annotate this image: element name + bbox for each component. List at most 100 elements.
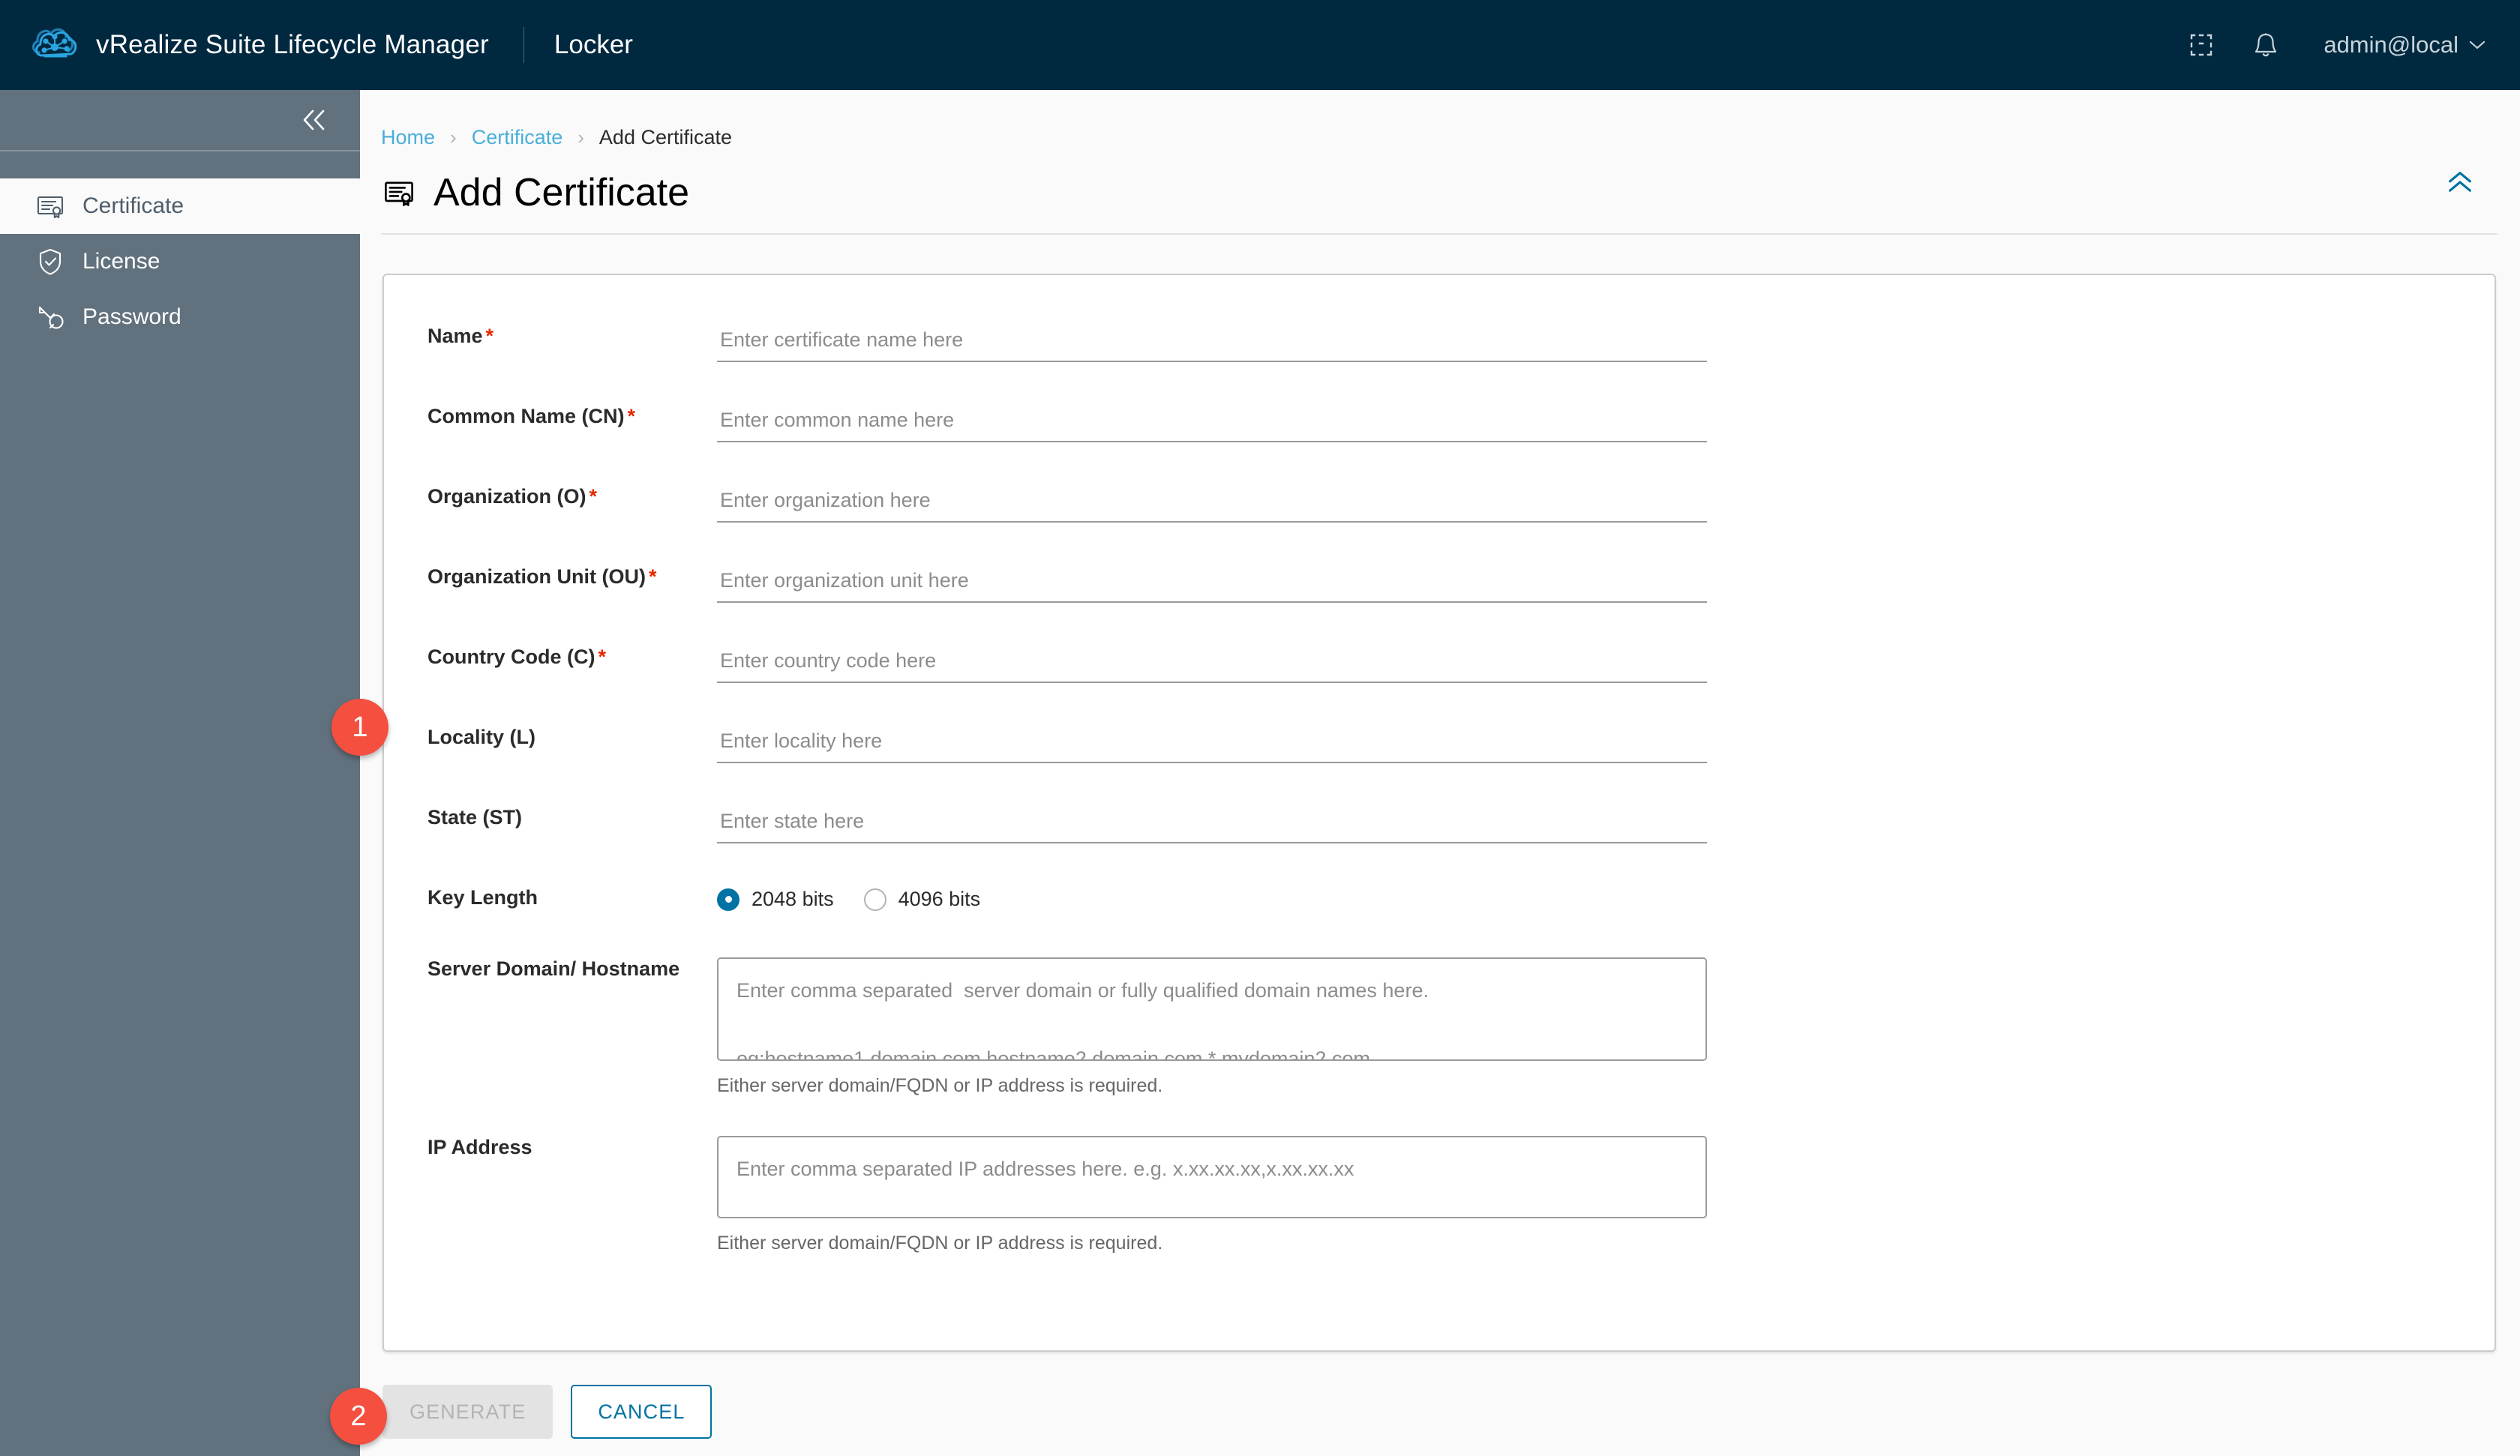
generate-button[interactable]: GENERATE: [382, 1385, 554, 1439]
state-input[interactable]: [717, 806, 1707, 843]
product-title: vRealize Suite Lifecycle Manager: [96, 30, 489, 59]
name-input[interactable]: [717, 325, 1707, 362]
field-control: [717, 726, 2494, 763]
page-title-row: Add Certificate: [360, 149, 2520, 215]
common-name-input[interactable]: [717, 405, 1707, 442]
app-root: vRealize Suite Lifecycle Manager Locker: [0, 0, 2520, 1456]
field-label-text: State (ST): [428, 806, 523, 828]
radio-indicator: [863, 888, 886, 911]
annotation-badge-1: 1: [332, 699, 388, 756]
key-length-radio-group: 2048 bits 4096 bits: [717, 886, 2494, 911]
sidebar-item-license[interactable]: License: [0, 234, 360, 289]
row-spacer: [384, 442, 2494, 485]
field-label: Key Length: [428, 886, 538, 909]
field-label-text: Country Code (C): [428, 646, 596, 668]
field-state: State (ST): [384, 806, 2494, 843]
field-control: [717, 806, 2494, 843]
certificate-icon: [381, 175, 417, 211]
field-label: Locality (L): [428, 726, 717, 749]
user-menu[interactable]: admin@local: [2324, 31, 2486, 58]
row-spacer: [384, 603, 2494, 646]
radio-label: 4096 bits: [898, 888, 981, 910]
form: Name* Common Name (CN)*: [384, 275, 2494, 1254]
required-marker: *: [648, 565, 657, 588]
page-title: Add Certificate: [434, 171, 690, 214]
field-label-text: Name: [428, 325, 483, 347]
required-marker: *: [485, 325, 494, 347]
section-title[interactable]: Locker: [554, 30, 633, 60]
field-control: Either server domain/FQDN or IP address …: [717, 957, 2494, 1097]
sidebar-collapse-bar: [0, 90, 360, 151]
key-icon: [34, 301, 66, 333]
field-label-text: Common Name (CN): [428, 405, 625, 427]
required-marker: *: [598, 646, 606, 668]
row-spacer: [384, 911, 2494, 957]
field-label: Common Name (CN) *: [428, 405, 717, 428]
field-control: [717, 646, 2494, 683]
field-control: [717, 405, 2494, 442]
main-content: Home › Certificate › Add Certificate Add…: [360, 90, 2520, 1456]
ip-address-textarea[interactable]: [717, 1136, 1707, 1218]
row-spacer: [384, 843, 2494, 886]
chevron-down-icon: [2469, 40, 2486, 50]
brand[interactable]: vRealize Suite Lifecycle Manager: [0, 22, 489, 67]
sidebar: Certificate License Password: [0, 90, 360, 1456]
double-chevron-left-icon[interactable]: [294, 99, 336, 141]
field-organization: Organization (O) *: [384, 485, 2494, 523]
breadcrumb-item-current: Add Certificate: [598, 126, 733, 148]
sidebar-item-label: Password: [82, 304, 182, 329]
radio-2048-bits[interactable]: 2048 bits: [717, 888, 834, 911]
server-domain-textarea[interactable]: [717, 957, 1707, 1061]
required-marker: *: [627, 405, 636, 427]
locality-input[interactable]: [717, 726, 1707, 763]
breadcrumb-item-certificate[interactable]: Certificate: [472, 126, 563, 149]
annotation-badge-2: 2: [330, 1388, 387, 1445]
field-key-length: Key Length 2048 bits 4096 bits: [384, 886, 2494, 911]
breadcrumb-separator: ›: [450, 126, 457, 148]
radio-4096-bits[interactable]: 4096 bits: [863, 888, 981, 911]
field-name: Name *: [384, 325, 2494, 362]
field-ip-address: IP Address Either server domain/FQDN or …: [384, 1136, 2494, 1254]
cancel-button[interactable]: CANCEL: [571, 1385, 712, 1439]
bell-icon[interactable]: [2234, 13, 2298, 77]
field-server-domain: Server Domain/ Hostname Either server do…: [384, 957, 2494, 1097]
field-control: [717, 325, 2494, 362]
required-marker: *: [589, 485, 598, 508]
field-label: IP Address: [428, 1136, 532, 1158]
row-spacer: [384, 763, 2494, 806]
header-actions: admin@local: [2169, 13, 2520, 77]
row-spacer: [384, 683, 2494, 726]
field-control: [717, 565, 2494, 603]
organization-input[interactable]: [717, 485, 1707, 523]
field-label: State (ST): [428, 806, 717, 829]
top-header: vRealize Suite Lifecycle Manager Locker: [0, 0, 2520, 90]
sidebar-item-certificate[interactable]: Certificate: [0, 178, 360, 234]
field-common-name: Common Name (CN) *: [384, 405, 2494, 442]
server-domain-helper-text: Either server domain/FQDN or IP address …: [717, 1075, 1163, 1096]
grid-apps-icon[interactable]: [2169, 13, 2234, 77]
row-spacer: [384, 362, 2494, 405]
breadcrumb-item-home[interactable]: Home: [381, 126, 435, 149]
field-label: Country Code (C) *: [428, 646, 717, 669]
field-label-text: Organization Unit (OU): [428, 565, 646, 588]
row-spacer: [384, 1097, 2494, 1136]
sidebar-item-password[interactable]: Password: [0, 289, 360, 345]
field-organization-unit: Organization Unit (OU) *: [384, 565, 2494, 603]
vmware-cloud-logo-icon: [30, 22, 80, 67]
double-chevron-up-icon[interactable]: [2442, 164, 2478, 200]
field-control: Either server domain/FQDN or IP address …: [717, 1136, 2494, 1254]
radio-label: 2048 bits: [752, 888, 834, 910]
user-label: admin@local: [2324, 31, 2458, 58]
field-label: Organization Unit (OU) *: [428, 565, 717, 589]
field-locality: Locality (L): [384, 726, 2494, 763]
title-divider: [381, 233, 2498, 235]
sidebar-item-label: License: [82, 249, 160, 274]
field-label-text: Organization (O): [428, 485, 586, 508]
field-control: [717, 485, 2494, 523]
organization-unit-input[interactable]: [717, 565, 1707, 603]
breadcrumb-separator: ›: [578, 126, 584, 148]
sidebar-item-label: Certificate: [82, 193, 184, 218]
country-code-input[interactable]: [717, 646, 1707, 683]
ip-address-helper-text: Either server domain/FQDN or IP address …: [717, 1233, 1163, 1254]
